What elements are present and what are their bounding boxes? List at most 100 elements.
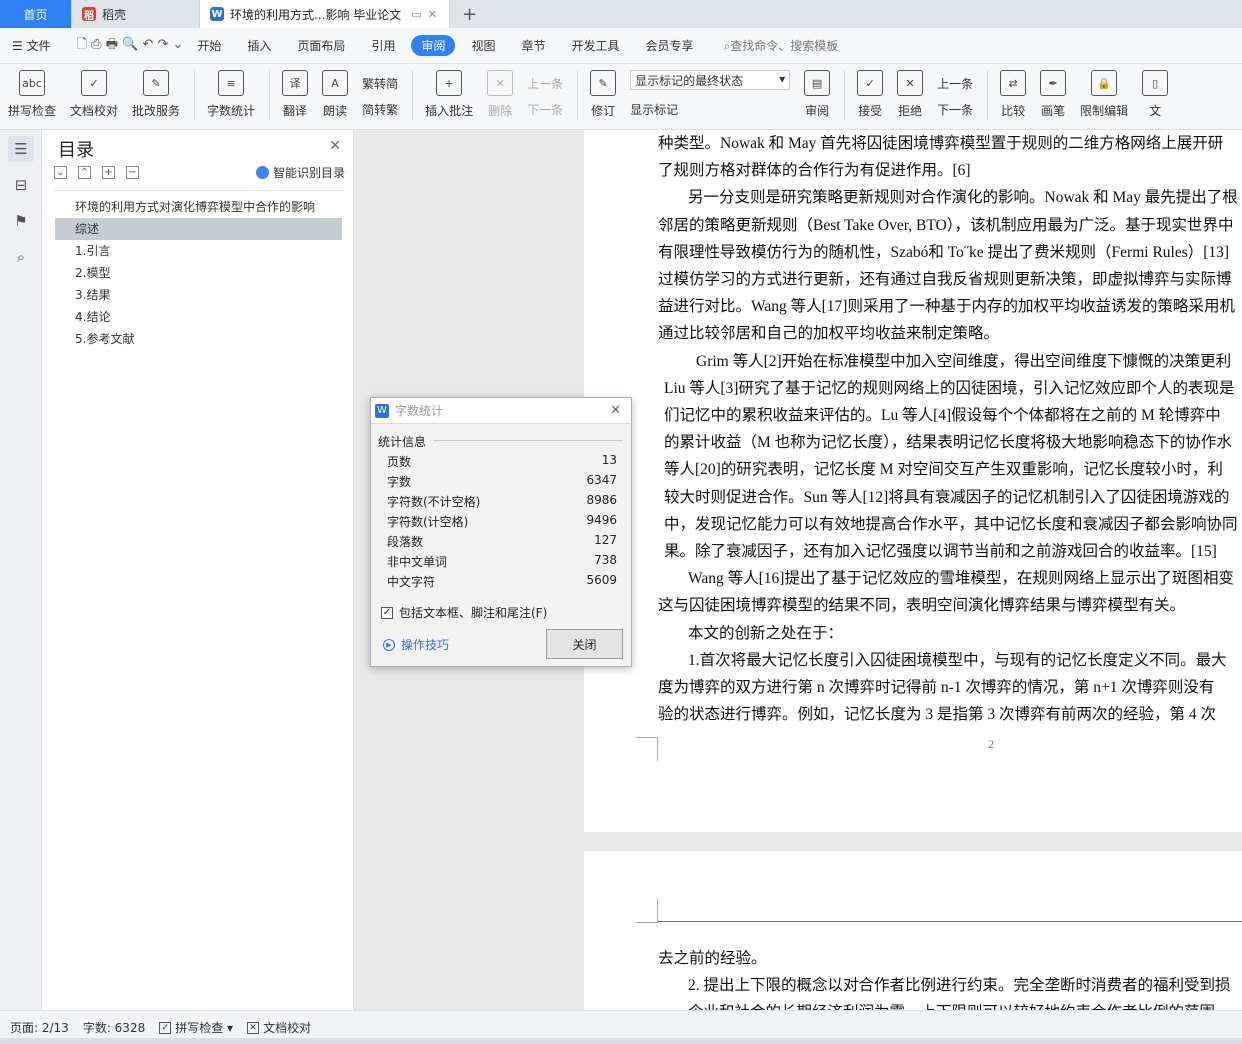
document-text-line[interactable]: 1.首次将最大记忆长度引入囚徒困境模型中，与现有的记忆长度定义不同。最大 [658,647,1242,674]
menu-developer[interactable]: 开发工具 [572,37,620,54]
document-text-line[interactable]: 等人[20]的研究表明，记忆长度 M 对空间交互产生双重影响，记忆长度较小时，利 [658,456,1242,483]
document-text-line[interactable]: 去之前的经验。 [658,945,1242,972]
document-text-line[interactable]: Grim 等人[2]开始在标准模型中加入空间维度，得出空间维度下慷慨的决策更利 [658,348,1242,375]
toc-item[interactable]: 5.参考文献 [55,328,342,350]
document-text-line[interactable]: 验的状态进行博弈。例如，记忆长度为 3 是指第 3 次博弈有前两次的经验，第 4… [658,701,1242,728]
pen-button[interactable]: ✒ 画笔 [1040,70,1067,119]
bookmark-icon[interactable]: ⚑ [8,208,34,234]
quick-access-icons[interactable]: 🗋 ⎙ 🖶 🔍 ↶ ↷ ⌄ [77,35,184,57]
wordcount-icon: ≡ [218,70,245,96]
delete-comment-button[interactable]: ✕ 删除 [487,70,514,119]
document-text-line[interactable]: 通过比较邻居和自己的加权平均收益来制定策略。 [658,320,1242,347]
doccheck-button[interactable]: ✓ 文档校对 [70,70,118,119]
next-comment-button[interactable]: 下一条 [527,96,563,122]
prev-change-button[interactable]: 上一条 [937,70,973,96]
document-text-line[interactable]: 企业和社会的长期经济利润为零，上下限则可以较好地约束合作者比例的范围。 [658,999,1242,1010]
menu-chapter[interactable]: 章节 [521,37,545,54]
review-pane-button[interactable]: ▤ 审阅 [804,70,831,119]
doccheck-icon: ✓ [81,70,108,96]
document-text-line[interactable]: 邻居的策略更新规则（Best Take Over, BTO），该机制应用最为广泛… [658,212,1242,239]
prev-comment-button[interactable]: 上一条 [527,70,563,96]
document-text-line[interactable]: 果。除了衰减因子，还有加入记忆强度以调节当前和之前游戏回合的收益率。[15] [658,538,1242,565]
tips-link[interactable]: ▶ 操作技巧 [383,636,449,653]
spellcheck-button[interactable]: abc 拼写检查 [8,70,56,119]
menu-member[interactable]: 会员专享 [646,37,694,54]
tab-daoke[interactable]: 稻 稻壳 [72,0,200,28]
track-changes-button[interactable]: ✎ 修订 [590,70,617,119]
document-text-line[interactable]: 们记忆中的累积收益来评估的。Lu 等人[4]假设每个个体都将在之前的 M 轮博弈… [658,402,1242,429]
spellcheck-status[interactable]: ✓ 拼写检查 ▾ [159,1019,233,1036]
document-text-line[interactable]: 过模仿学习的方式进行更新，还有通过自我反省规则更新决策，即虚拟博弈与实际博 [658,266,1242,293]
document-text-line[interactable]: 较大时则促进合作。Sun 等人[12]将具有衰减因子的记忆机制引入了囚徒困境游戏… [658,484,1242,511]
document-text-line[interactable]: 2. 提出上下限的概念以对合作者比例进行约束。完全垄断时消费者的福利受到损 [658,972,1242,999]
page-2[interactable]: 2 种类型。Nowak 和 May 首先将囚徒困境博弈模型置于规则的二维方格网络… [584,130,1242,832]
menu-insert[interactable]: 插入 [247,37,271,54]
document-text-line[interactable]: 了规则方格对群体的合作行为有促进作用。[6] [658,157,1242,184]
document-text-line[interactable]: 这与囚徒困境博弈模型的结果不同，表明空间演化博弈结果与博弈模型有关。 [658,592,1242,619]
document-text-line[interactable]: 的累计收益（M 也称为记忆长度），结果表明记忆长度将极大地影响稳态下的协作水 [658,429,1242,456]
smart-toc-icon [255,166,269,179]
menu-review[interactable]: 审阅 [411,35,456,56]
next-change-button[interactable]: 下一条 [937,96,973,122]
restrict-edit-button[interactable]: 🔒 限制编辑 [1080,70,1128,119]
tab-close-icon[interactable]: ▭✕ [411,8,443,21]
include-footnotes-checkbox[interactable]: ✓ 包括文本框、脚注和尾注(F) [381,604,547,621]
document-text-line[interactable]: 益进行对比。Wang 等人[17]则采用了一种基于内存的加权平均收益诱发的策略采… [658,293,1242,320]
expand-all-icon[interactable]: ⌄ [54,166,67,179]
review-pane-label: 审阅 [805,104,830,118]
toc-item[interactable]: 1.引言 [55,240,342,262]
chapter-nav-icon[interactable]: ⊟ [8,172,34,198]
close-button[interactable]: 关闭 [546,629,623,659]
toc-item[interactable]: 2.模型 [55,262,342,284]
document-text-line[interactable]: Wang 等人[16]提出了基于记忆效应的雪堆模型，在规则网络上显示出了斑图相变 [658,565,1242,592]
close-icon[interactable]: ✕ [329,138,341,154]
wordcount-button[interactable]: ≡ 字数统计 [207,70,255,119]
toc-item[interactable]: 环境的利用方式对演化博弈模型中合作的影响 [55,196,342,218]
reject-button[interactable]: ✕ 拒绝 [897,70,924,119]
file-menu[interactable]: ☰ 文件 [12,37,51,54]
translate-button[interactable]: 译翻译 [282,70,309,119]
show-markup-button[interactable]: 显示标记 [630,96,790,122]
document-text-line[interactable]: 度为博弈的双方进行第 n 次博弈时记得前 n-1 次博弈的情况，第 n+1 次博… [658,674,1242,701]
document-text-line[interactable]: Liu 等人[3]研究了基于记忆的规则网络上的囚徒困境，引入记忆效应即个人的表现… [658,375,1242,402]
trad-to-simp-button[interactable]: 繁转简 [362,70,398,96]
new-tab-button[interactable]: + [450,0,489,28]
add-heading-icon[interactable]: + [102,166,115,179]
tab-home[interactable]: 首页 [0,0,72,28]
smart-toc-button[interactable]: 智能识别目录 [255,164,345,181]
toc-item[interactable]: 3.结果 [55,284,342,306]
simp-to-trad-button[interactable]: 简转繁 [362,96,398,122]
header-line [658,921,1242,922]
tab-document[interactable]: W 环境的利用方式...影响 毕业论文 ▭✕ [200,0,450,28]
menu-references[interactable]: 引用 [371,37,395,54]
command-search[interactable]: ⌕查找命令、搜索模板 [724,37,839,54]
read-aloud-button[interactable]: A 朗读 [322,70,349,119]
review-service-button[interactable]: ✎ 批改服务 [132,70,180,119]
close-icon[interactable]: ✕ [610,403,621,418]
word-count-indicator[interactable]: 字数: 6328 [83,1019,145,1036]
doc-permission-button[interactable]: ▯ 文 [1142,70,1169,119]
review-service-icon: ✎ [143,70,170,96]
document-text-line[interactable]: 另一分支则是研究策略更新规则对合作演化的影响。Nowak 和 May 最先提出了… [658,184,1242,211]
page-3[interactable]: 去之前的经验。 2. 提出上下限的概念以对合作者比例进行约束。完全垄断时消费者的福… [584,851,1242,1010]
toc-item[interactable]: 综述 [55,218,342,240]
document-text-line[interactable]: 本文的创新之处在于： [658,620,1242,647]
menu-view[interactable]: 视图 [471,37,495,54]
menu-start[interactable]: 开始 [197,37,221,54]
document-text-line[interactable]: 中，发现记忆能力可以有效地提高合作水平，其中记忆长度和衰减因子都会影响协同 [658,511,1242,538]
remove-heading-icon[interactable]: − [126,166,139,179]
toc-icon[interactable]: ☰ [8,136,34,162]
menu-page-layout[interactable]: 页面布局 [297,37,345,54]
accept-button[interactable]: ✓ 接受 [857,70,884,119]
toc-item[interactable]: 4.结论 [55,306,342,328]
markup-state-dropdown[interactable]: 显示标记的最终状态 ▾ [630,70,791,90]
compare-icon: ⇄ [1000,70,1027,96]
collapse-all-icon[interactable]: ⌃ [78,166,91,179]
search-icon[interactable]: ⌕ [8,244,34,270]
document-text-line[interactable]: 有限理性导致模仿行为的随机性，Szabó和 To˝ke 提出了费米规则（Ferm… [658,239,1242,266]
insert-comment-button[interactable]: + 插入批注 [425,70,473,119]
doccheck-status[interactable]: ✕ 文档校对 [247,1019,311,1036]
page-indicator[interactable]: 页面: 2/13 [10,1019,69,1036]
compare-button[interactable]: ⇄ 比较 [1000,70,1027,119]
document-text-line[interactable]: 种类型。Nowak 和 May 首先将囚徒困境博弈模型置于规则的二维方格网络上展… [658,130,1242,157]
